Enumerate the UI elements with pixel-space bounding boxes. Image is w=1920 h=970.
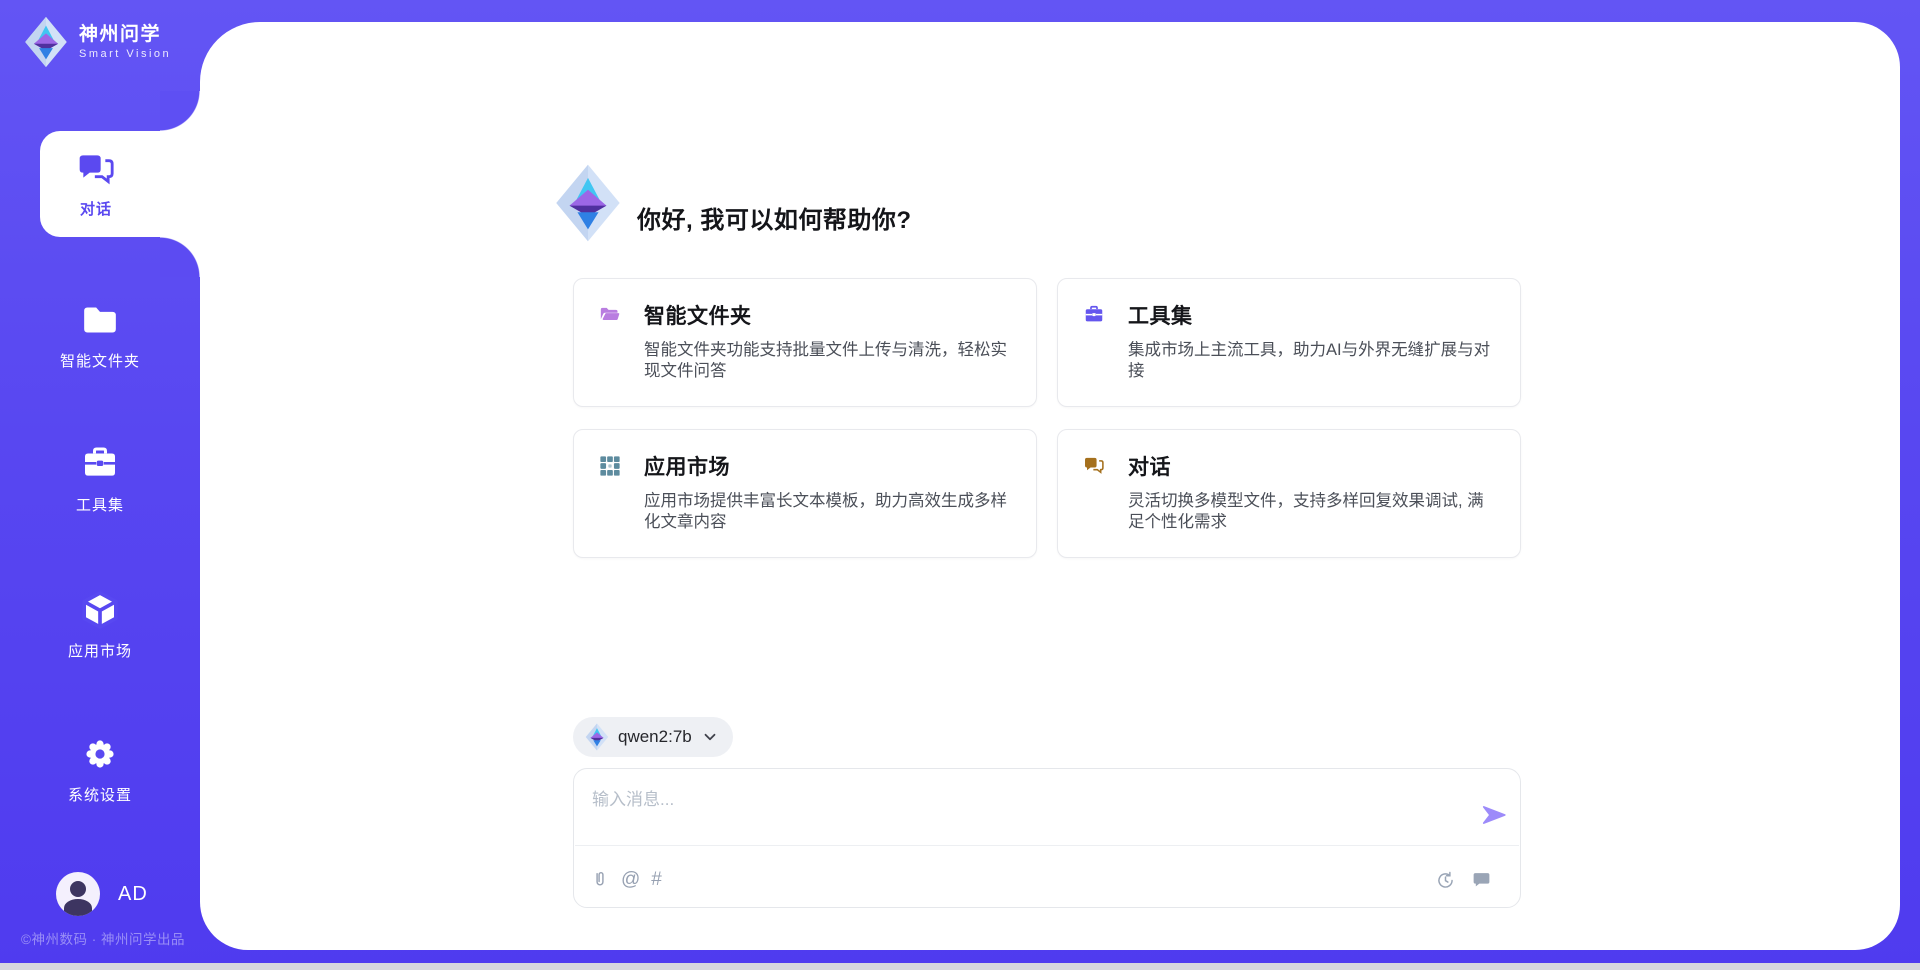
card-title: 应用市场 (644, 451, 730, 481)
bottom-strip (0, 963, 1920, 970)
sidebar-item-label: 应用市场 (0, 640, 200, 661)
copyright-text: ©神州数码 · 神州问学出品 (8, 928, 198, 948)
card-toolset[interactable]: 工具集 集成市场上主流工具，助力AI与外界无缝扩展与对接 (1057, 278, 1521, 407)
card-chat[interactable]: 对话 灵活切换多模型文件，支持多样回复效果调试, 满足个性化需求 (1057, 429, 1521, 558)
hash-icon[interactable]: # (651, 870, 662, 890)
chat-icon (76, 150, 116, 190)
chat-bubble-icon[interactable] (1471, 870, 1492, 891)
card-smart-folder[interactable]: 智能文件夹 智能文件夹功能支持批量文件上传与清洗，轻松实现文件问答 (573, 278, 1037, 407)
message-input[interactable] (590, 783, 1454, 841)
composer-toolbar: @ # (590, 864, 1492, 896)
card-description: 集成市场上主流工具，助力AI与外界无缝扩展与对接 (1128, 340, 1496, 382)
card-description: 灵活切换多模型文件，支持多样回复效果调试, 满足个性化需求 (1128, 491, 1496, 533)
model-name: qwen2:7b (618, 727, 692, 747)
card-title: 智能文件夹 (644, 300, 752, 330)
user-name: AD (118, 883, 148, 906)
grid-icon (599, 455, 621, 477)
greeting-diamond-logo-icon (555, 162, 621, 244)
at-icon[interactable]: @ (621, 870, 640, 890)
avatar (56, 872, 100, 916)
main-panel: 你好, 我可以如何帮助你? 智能文件夹 智能文件夹功能支持批量文件上传与清洗，轻… (200, 22, 1900, 950)
model-diamond-logo-icon (585, 723, 609, 751)
card-description: 智能文件夹功能支持批量文件上传与清洗，轻松实现文件问答 (644, 340, 1012, 382)
card-title: 对话 (1128, 451, 1171, 481)
sidebar-item-settings[interactable]: 系统设置 (0, 734, 200, 805)
greeting-title: 你好, 我可以如何帮助你? (637, 200, 912, 235)
folder-open-icon (599, 304, 621, 326)
feature-cards: 智能文件夹 智能文件夹功能支持批量文件上传与清洗，轻松实现文件问答 工具集 集成… (573, 278, 1521, 558)
message-composer: @ # (573, 768, 1521, 908)
cube-icon (80, 590, 120, 630)
card-description: 应用市场提供丰富长文本模板，助力高效生成多样化文章内容 (644, 491, 1012, 533)
sidebar-item-label: 对话 (58, 198, 134, 219)
tab-fillet-top (160, 91, 200, 131)
app-name: 神州问学 (79, 24, 171, 46)
history-icon[interactable] (1435, 870, 1456, 891)
sidebar-item-chat[interactable]: 对话 (40, 131, 200, 237)
person-icon (70, 881, 86, 897)
gear-icon (80, 734, 120, 774)
user-account[interactable]: AD (56, 872, 148, 916)
sidebar-item-label: 智能文件夹 (0, 350, 200, 371)
app-subtitle: Smart Vision (79, 48, 171, 60)
chevron-down-icon (701, 728, 719, 746)
briefcase-icon (80, 444, 120, 484)
app-logo: 神州问学 Smart Vision (24, 16, 171, 68)
sidebar-item-label: 系统设置 (0, 784, 200, 805)
paperclip-icon[interactable] (590, 870, 610, 890)
card-app-market[interactable]: 应用市场 应用市场提供丰富长文本模板，助力高效生成多样化文章内容 (573, 429, 1037, 558)
briefcase-icon (1083, 304, 1105, 326)
sidebar-item-app-market[interactable]: 应用市场 (0, 590, 200, 661)
sidebar-item-smart-folder[interactable]: 智能文件夹 (0, 300, 200, 371)
sidebar-item-toolset[interactable]: 工具集 (0, 444, 200, 515)
chat-icon (1083, 455, 1105, 477)
sidebar-item-label: 工具集 (0, 494, 200, 515)
send-icon[interactable] (1481, 802, 1507, 828)
folder-icon (80, 300, 120, 340)
model-selector[interactable]: qwen2:7b (573, 717, 733, 757)
composer-divider (575, 845, 1519, 846)
tab-fillet-bottom (160, 237, 200, 277)
diamond-logo-icon (24, 16, 68, 68)
card-title: 工具集 (1128, 300, 1193, 330)
